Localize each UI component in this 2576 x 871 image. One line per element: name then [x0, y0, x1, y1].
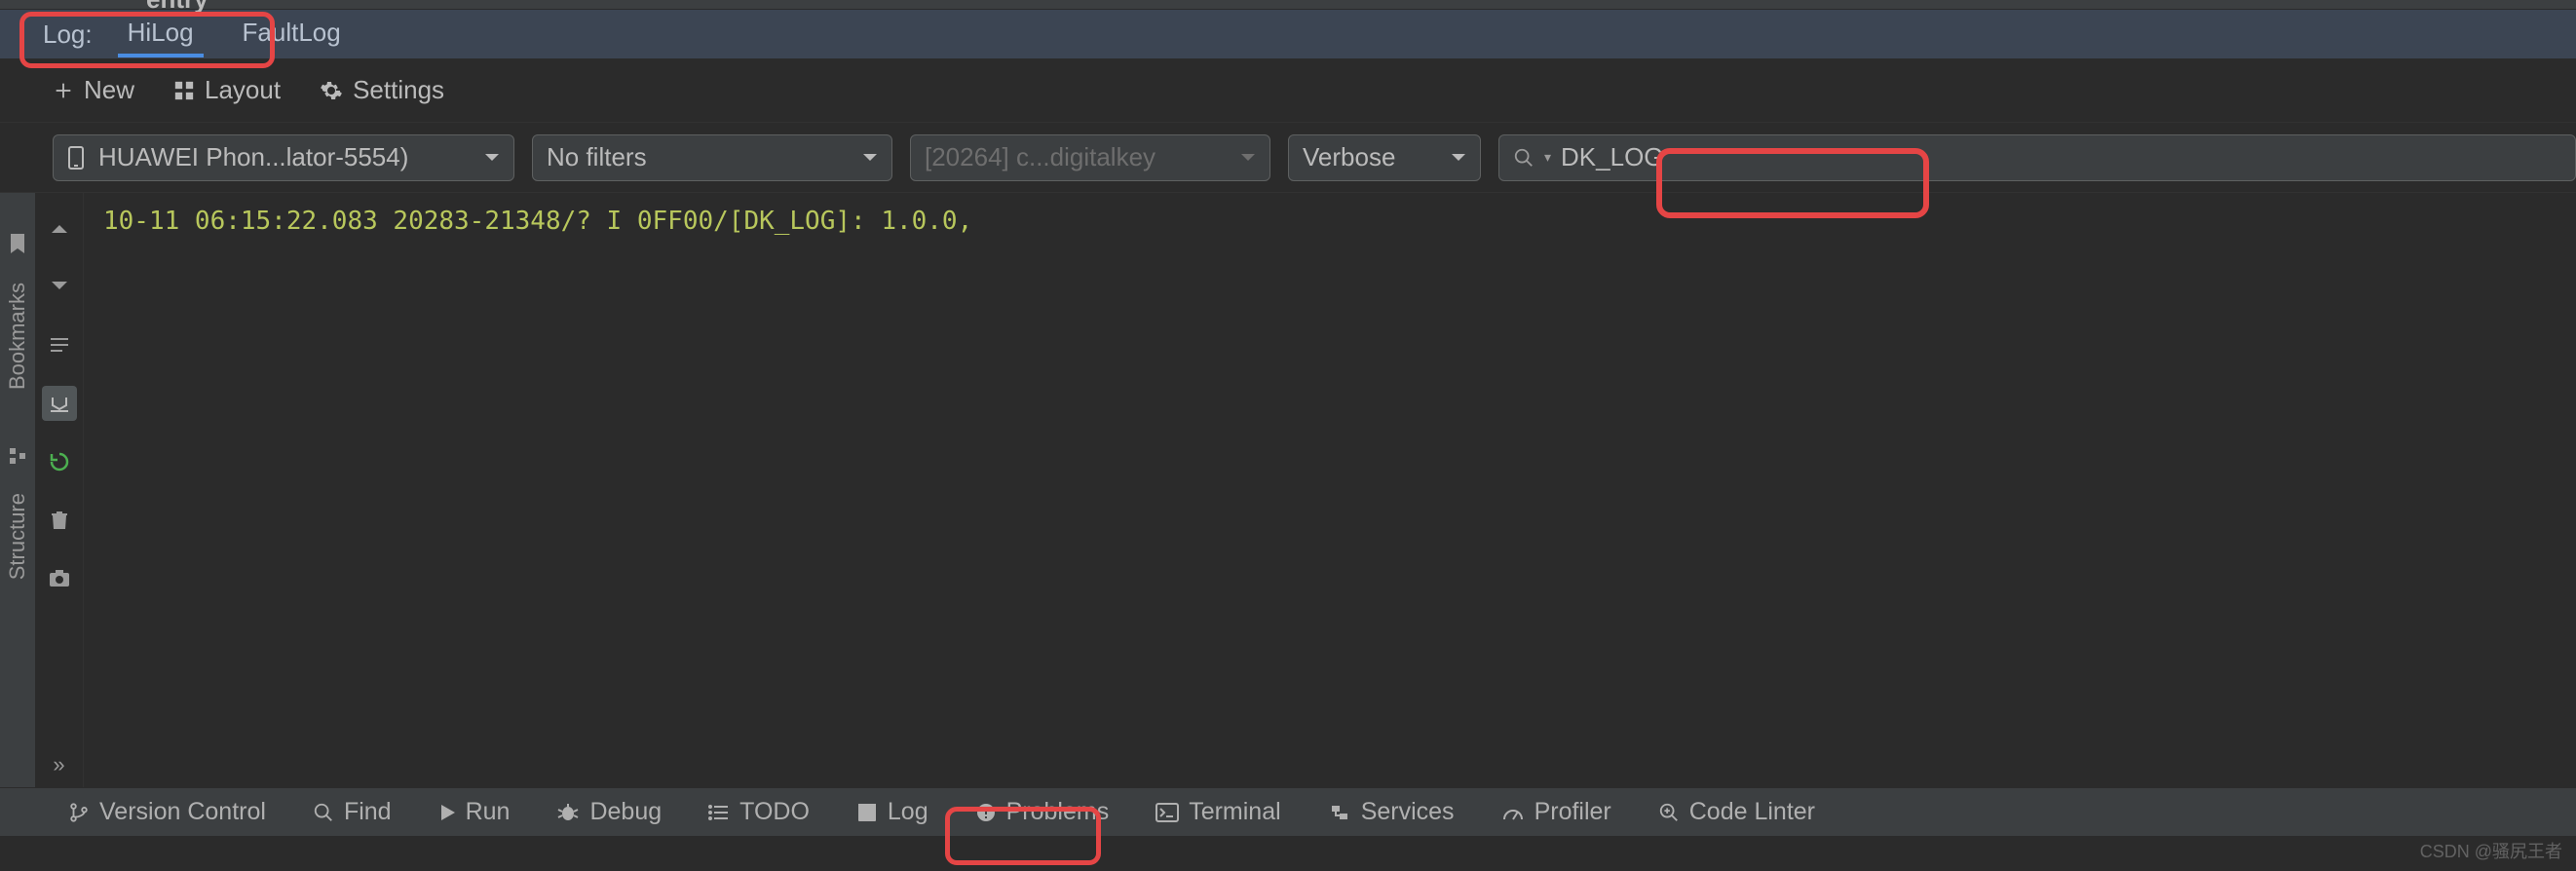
terminal-icon	[1155, 803, 1179, 822]
services-label: Services	[1361, 798, 1455, 826]
warning-icon	[975, 802, 997, 823]
device-value: HUAWEI Phon...lator-5554)	[98, 142, 408, 172]
profiler-label: Profiler	[1534, 798, 1611, 826]
structure-icon[interactable]	[8, 446, 27, 466]
bottom-tool-bar: Version Control Find Run Debug TODO Log …	[0, 787, 2576, 836]
level-dropdown[interactable]: Verbose	[1288, 134, 1481, 181]
scroll-down-button[interactable]	[42, 269, 77, 304]
filter-mode-dropdown[interactable]: No filters	[532, 134, 892, 181]
new-label: New	[84, 75, 134, 105]
tab-faultlog[interactable]: FaultLog	[225, 10, 359, 59]
debug-label: Debug	[589, 798, 662, 826]
restart-button[interactable]	[42, 444, 77, 479]
process-dropdown[interactable]: [20264] c...digitalkey	[910, 134, 1270, 181]
layout-button[interactable]: Layout	[173, 75, 281, 105]
layout-icon	[173, 80, 195, 101]
vcs-label: Version Control	[99, 798, 266, 826]
filter-mode-value: No filters	[547, 142, 647, 172]
lint-icon	[1658, 802, 1680, 823]
log-toolbar: New Layout Settings	[0, 58, 2576, 123]
chevron-down-icon: ▾	[1544, 149, 1551, 166]
chevron-down-icon	[1240, 153, 1256, 163]
settings-button[interactable]: Settings	[320, 75, 444, 105]
new-button[interactable]: New	[53, 75, 134, 105]
services-tool[interactable]: Services	[1328, 798, 1455, 826]
tab-hilog[interactable]: HiLog	[110, 10, 211, 59]
problems-tool[interactable]: Problems	[975, 798, 1110, 826]
settings-label: Settings	[353, 75, 444, 105]
list-icon	[708, 803, 730, 822]
log-tool[interactable]: Log	[856, 798, 928, 826]
more-button[interactable]: »	[53, 752, 64, 777]
delete-button[interactable]	[42, 503, 77, 538]
profiler-icon	[1501, 802, 1525, 823]
todo-tool[interactable]: TODO	[708, 798, 810, 826]
screenshot-button[interactable]	[42, 561, 77, 596]
services-icon	[1328, 802, 1351, 823]
scroll-up-button[interactable]	[42, 210, 77, 246]
left-sidebar: Bookmarks Structure	[0, 193, 35, 787]
lint-tool[interactable]: Code Linter	[1658, 798, 1815, 826]
filter-row: HUAWEI Phon...lator-5554) No filters [20…	[0, 123, 2576, 193]
play-icon	[438, 803, 456, 822]
search-box[interactable]: ▾	[1498, 134, 2576, 181]
soft-wrap-button[interactable]	[42, 327, 77, 362]
debug-tool[interactable]: Debug	[556, 798, 662, 826]
find-tool[interactable]: Find	[313, 798, 392, 826]
bug-icon	[556, 802, 580, 823]
gear-icon	[320, 79, 343, 102]
find-label: Find	[344, 798, 392, 826]
log-label: Log	[888, 798, 928, 826]
phone-icon	[67, 145, 85, 170]
chevron-down-icon	[1451, 153, 1466, 163]
run-label: Run	[466, 798, 511, 826]
log-label: Log:	[39, 12, 96, 57]
level-value: Verbose	[1303, 142, 1395, 172]
layout-label: Layout	[205, 75, 281, 105]
run-tool[interactable]: Run	[438, 798, 511, 826]
device-dropdown[interactable]: HUAWEI Phon...lator-5554)	[53, 134, 514, 181]
plus-icon	[53, 80, 74, 101]
log-gutter: »	[35, 193, 84, 787]
lint-label: Code Linter	[1689, 798, 1815, 826]
search-icon	[1513, 147, 1534, 169]
search-input[interactable]	[1561, 142, 2561, 172]
profiler-tool[interactable]: Profiler	[1501, 798, 1611, 826]
problems-label: Problems	[1006, 798, 1110, 826]
sidebar-structure[interactable]: Structure	[5, 493, 30, 580]
todo-label: TODO	[739, 798, 810, 826]
watermark: CSDN @骚尻王者	[2420, 838, 2562, 863]
sidebar-bookmarks[interactable]: Bookmarks	[5, 283, 30, 390]
vcs-tool[interactable]: Version Control	[68, 798, 266, 826]
process-value: [20264] c...digitalkey	[925, 142, 1155, 172]
chevron-down-icon	[484, 153, 500, 163]
bookmark-icon[interactable]	[8, 232, 27, 255]
terminal-label: Terminal	[1189, 798, 1280, 826]
log-icon	[856, 802, 878, 823]
terminal-tool[interactable]: Terminal	[1155, 798, 1280, 826]
branch-icon	[68, 802, 90, 823]
log-tabs-bar: Log: HiLog FaultLog	[0, 10, 2576, 58]
search-icon	[313, 802, 334, 823]
log-output[interactable]: 10-11 06:15:22.083 20283-21348/? I 0FF00…	[84, 193, 2576, 787]
scroll-to-end-button[interactable]	[42, 386, 77, 421]
chevron-down-icon	[862, 153, 878, 163]
